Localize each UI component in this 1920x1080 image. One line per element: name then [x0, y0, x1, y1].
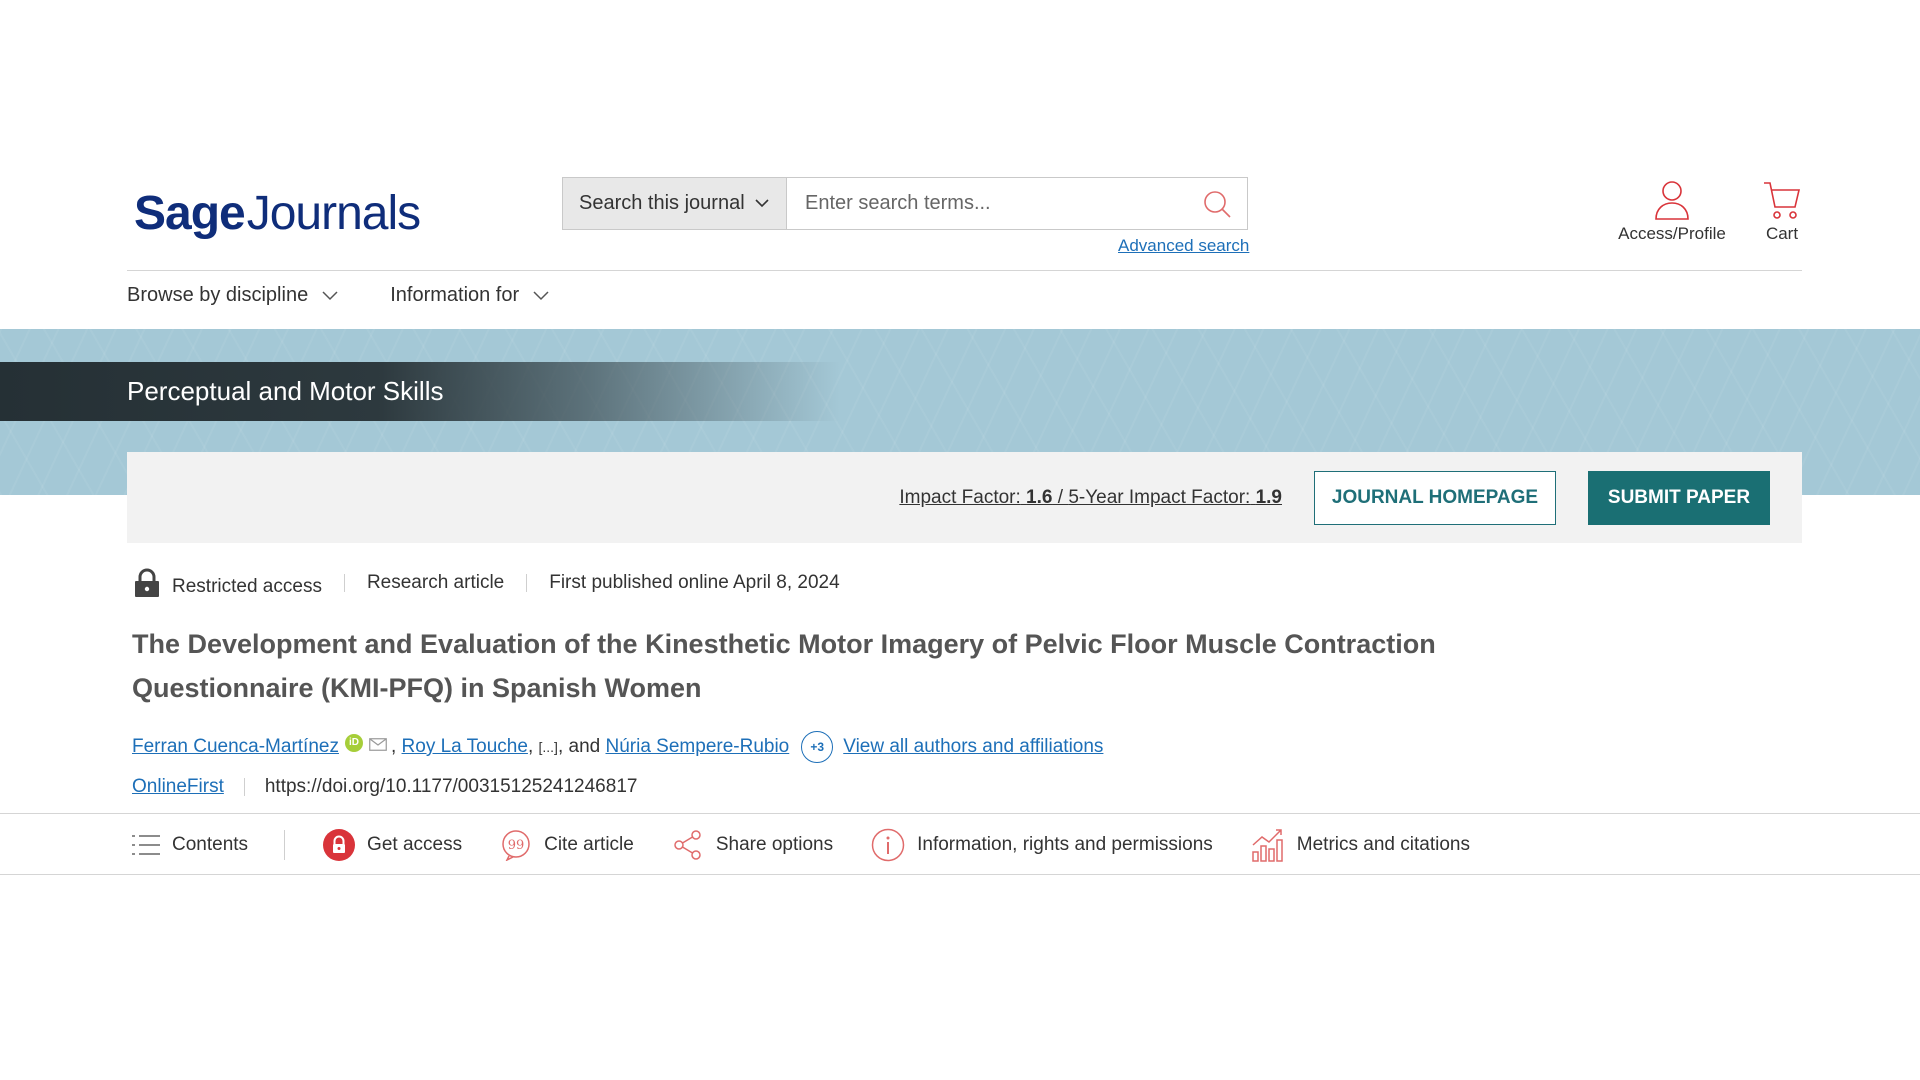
search-bar: Search this journal: [562, 177, 1248, 230]
article-type: Research article: [366, 572, 505, 593]
contents-button[interactable]: Contents: [132, 834, 248, 856]
contents-label: Contents: [172, 833, 249, 855]
author-comma: ,: [390, 736, 402, 757]
lock-icon: [323, 828, 356, 861]
access-label: Restricted access: [172, 576, 322, 597]
lock-icon: [135, 568, 159, 597]
article-toolbar: Contents Get access 99 Cite article Shar…: [132, 814, 1508, 875]
svg-text:99: 99: [508, 838, 525, 853]
search-icon: [1204, 190, 1231, 218]
access-profile-label: Access/Profile: [1618, 224, 1726, 243]
search-button[interactable]: [1187, 178, 1247, 229]
journal-name[interactable]: Perceptual and Motor Skills: [127, 376, 443, 407]
bar-chart-icon: [1252, 828, 1283, 862]
publication-date: First published online April 8, 2024: [549, 572, 840, 593]
cart-label: Cart: [1765, 224, 1799, 243]
authors-ellipsis[interactable]: [...]: [539, 739, 558, 755]
submit-paper-button[interactable]: SUBMIT PAPER: [1588, 471, 1770, 525]
cart-button[interactable]: Cart: [1752, 180, 1812, 244]
author-comma: ,: [527, 736, 539, 757]
metrics-citations-button[interactable]: Metrics and citations: [1251, 828, 1470, 862]
authors-and: and: [568, 736, 601, 757]
nav-item-label: Information for: [390, 284, 520, 306]
share-options-label: Share options: [715, 833, 834, 855]
doi-text[interactable]: https://doi.org/10.1177/0031512524124681…: [265, 776, 638, 798]
logo-text: Journals: [246, 187, 421, 240]
chevron-down-icon: [533, 290, 549, 300]
more-authors-badge[interactable]: +3: [801, 731, 834, 763]
issue-link[interactable]: OnlineFirst: [132, 776, 224, 798]
meta-separator: [343, 574, 345, 592]
chevron-down-icon: [322, 290, 338, 300]
main-nav: Browse by discipline Information for: [127, 284, 549, 307]
author-comma: ,: [557, 736, 569, 757]
chevron-down-icon: [755, 199, 769, 208]
journal-title-bar: Perceptual and Motor Skills: [0, 362, 840, 421]
article-title: The Development and Evaluation of the Ki…: [132, 629, 1436, 703]
header-divider: [127, 270, 1802, 271]
information-rights-label: Information, rights and permissions: [917, 833, 1213, 855]
impact-factor-label: Impact Factor:: [899, 487, 1021, 508]
search-input[interactable]: [787, 178, 1187, 229]
logo-bold: Sage: [134, 187, 246, 240]
doi-separator: [243, 778, 245, 796]
list-icon: [132, 834, 160, 855]
search-scope-label: Search this journal: [579, 192, 745, 214]
nav-item-label: Browse by discipline: [127, 284, 309, 306]
view-all-authors-link[interactable]: View all authors and affiliations: [843, 736, 1103, 758]
cite-article-label: Cite article: [544, 833, 634, 855]
sage-journals-logo[interactable]: SageJournals: [134, 186, 421, 241]
impact-factor-value: 1.6: [1026, 487, 1053, 508]
quote-icon: 99: [502, 829, 530, 861]
information-rights-button[interactable]: Information, rights and permissions: [871, 828, 1213, 862]
article-meta: Restricted access Research article First…: [134, 568, 840, 598]
envelope-icon[interactable]: [369, 737, 387, 751]
author-list: Ferran Cuenca-Martínez iD , Roy La Touch…: [132, 731, 1103, 763]
impact-factor-link[interactable]: Impact Factor: 1.6 / 5-Year Impact Facto…: [899, 487, 1282, 509]
doi-row: OnlineFirst https://doi.org/10.1177/0031…: [132, 776, 637, 798]
share-icon: [674, 829, 701, 860]
author-link[interactable]: Núria Sempere-Rubio: [606, 736, 790, 758]
meta-separator: [526, 574, 528, 592]
author-link[interactable]: Roy La Touche: [402, 736, 528, 758]
restricted-access: Restricted access: [134, 568, 322, 598]
five-year-impact-label: 5-Year Impact Factor:: [1068, 487, 1251, 508]
cart-icon: [1764, 182, 1801, 219]
nav-browse-by-discipline[interactable]: Browse by discipline: [127, 284, 338, 307]
journal-homepage-button[interactable]: JOURNAL HOMEPAGE: [1314, 471, 1556, 525]
cite-article-button[interactable]: 99 Cite article: [500, 829, 634, 861]
search-scope-dropdown[interactable]: Search this journal: [563, 178, 787, 229]
get-access-label: Get access: [367, 833, 463, 855]
access-profile-button[interactable]: Access/Profile: [1612, 180, 1732, 244]
metrics-citations-label: Metrics and citations: [1296, 833, 1470, 855]
nav-information-for[interactable]: Information for: [390, 284, 549, 307]
share-options-button[interactable]: Share options: [672, 829, 833, 861]
toolbar-separator: [284, 829, 286, 860]
orcid-icon[interactable]: iD: [344, 734, 363, 752]
journal-info-bar: Impact Factor: 1.6 / 5-Year Impact Facto…: [127, 452, 1802, 543]
user-icon: [1655, 181, 1689, 220]
five-year-impact-value: 1.9: [1255, 487, 1282, 508]
advanced-search-link[interactable]: Advanced search: [1118, 236, 1249, 256]
author-link[interactable]: Ferran Cuenca-Martínez: [132, 736, 339, 758]
get-access-button[interactable]: Get access: [323, 828, 463, 861]
info-icon: [871, 828, 905, 861]
